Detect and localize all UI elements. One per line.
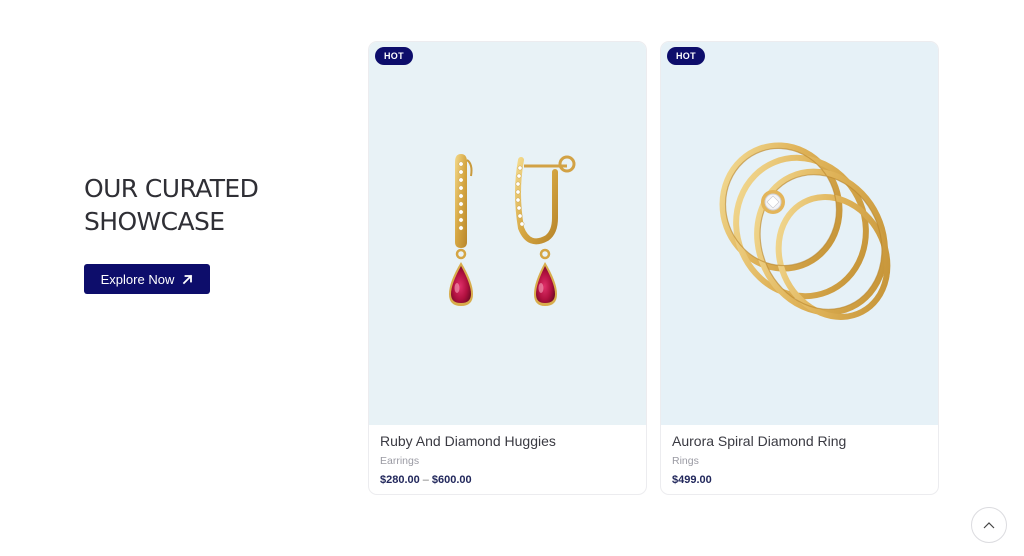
explore-now-label: Explore Now — [100, 271, 175, 287]
product-price: $499.00 — [672, 474, 712, 486]
spiral-ring-image — [719, 142, 891, 320]
product-info: Ruby And Diamond Huggies Earrings $280.0… — [380, 433, 635, 486]
product-card[interactable]: HOT — [368, 41, 647, 495]
product-category[interactable]: Rings — [672, 455, 927, 467]
product-name[interactable]: Ruby And Diamond Huggies — [380, 433, 635, 449]
hot-badge: HOT — [667, 47, 705, 65]
product-name[interactable]: Aurora Spiral Diamond Ring — [672, 433, 927, 449]
product-image[interactable]: HOT — [661, 42, 938, 425]
arrow-up-right-icon — [183, 274, 193, 284]
hot-badge: HOT — [375, 47, 413, 65]
page: OUR CURATED SHOWCASE Explore Now HOT Rub… — [0, 0, 1024, 556]
chevron-up-icon — [983, 522, 995, 529]
product-image[interactable]: HOT — [369, 42, 646, 425]
price-low: $280.00 — [380, 474, 420, 486]
product-info: Aurora Spiral Diamond Ring Rings $499.00 — [672, 433, 927, 486]
scroll-to-top-button[interactable] — [971, 507, 1007, 543]
product-card[interactable]: HOT — [660, 41, 939, 495]
showcase-intro: OUR CURATED SHOWCASE Explore Now — [84, 172, 344, 294]
product-category[interactable]: Earrings — [380, 455, 635, 467]
section-heading: OUR CURATED SHOWCASE — [84, 174, 259, 236]
explore-now-button[interactable]: Explore Now — [84, 264, 210, 294]
product-price: $280.00– $600.00 — [380, 474, 635, 486]
price-separator: – — [422, 474, 429, 486]
ruby-earrings-image — [449, 154, 576, 306]
price-high: $600.00 — [431, 474, 472, 486]
